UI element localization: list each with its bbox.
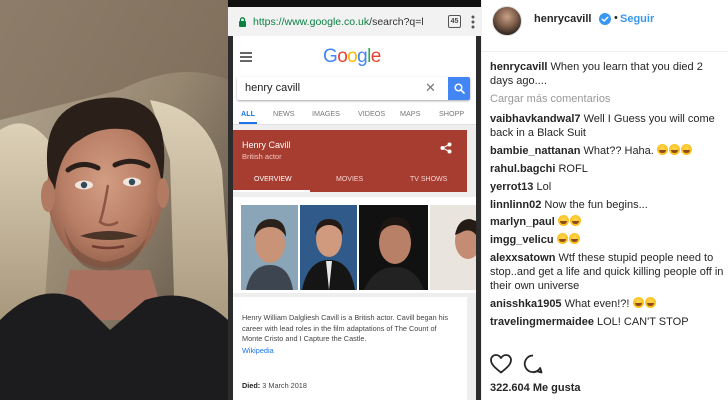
comment: imgg_velicu	[490, 233, 726, 247]
follow-button[interactable]: Seguir	[620, 13, 654, 25]
comment: bambie_nattanan What?? Haha.	[490, 144, 726, 158]
google-header: Google	[233, 36, 476, 78]
comment-user[interactable]: alexxsatown	[490, 252, 555, 264]
comment: travelingmermaidee LOL! CAN'T STOP	[490, 315, 726, 329]
image-thumbnail[interactable]	[430, 205, 476, 290]
selfie-photo	[0, 0, 228, 400]
knowledge-panel-description: Henry William Dalgliesh Cavill is a Brit…	[233, 297, 467, 400]
google-logo[interactable]: Google	[323, 45, 383, 73]
search-icon	[453, 83, 465, 94]
wikipedia-link[interactable]: Wikipedia	[242, 346, 458, 355]
tab-images[interactable]: IMAGES	[312, 109, 340, 118]
comment: linnlinn02 Now the fun begins...	[490, 198, 726, 212]
tab-shopping[interactable]: SHOPP	[439, 109, 464, 118]
likes-count[interactable]: 322.604 Me gusta	[490, 382, 581, 394]
url-text[interactable]: https://www.google.co.uk/search?q=l	[253, 16, 442, 28]
comment-user[interactable]: vaibhavkandwal7	[490, 113, 581, 125]
url-host: https://www.google.co.uk	[253, 15, 370, 28]
load-more-comments-link[interactable]: Cargar más comentarios	[490, 92, 726, 106]
comment: anisshka1905 What even!?!	[490, 297, 726, 311]
comment-text: Now the fun begins...	[544, 198, 648, 211]
knowledge-panel-images	[233, 197, 476, 293]
selfie-illustration	[0, 0, 228, 400]
search-tabs: ALL NEWS IMAGES VIDEOS MAPS SHOPP	[233, 103, 476, 124]
google-results-page: Google henry cavill ✕ ALL NEWS IMAGES VI…	[233, 36, 476, 400]
post-header: henrycavill • Seguir	[482, 0, 728, 52]
browser-url-bar[interactable]: https://www.google.co.uk/search?q=l 45	[228, 7, 481, 36]
comment-user[interactable]: marlyn_paul	[490, 216, 555, 228]
description-text: Henry William Dalgliesh Cavill is a Brit…	[242, 313, 449, 344]
search-input[interactable]: henry cavill ✕	[237, 77, 470, 100]
comment: rahul.bagchi ROFL	[490, 162, 726, 176]
comment: marlyn_paul	[490, 215, 726, 229]
died-value: 3 March 2018	[262, 381, 307, 390]
verified-badge-icon	[599, 13, 611, 25]
comments-list: henrycavill When you learn that you died…	[490, 60, 726, 350]
phone-screenshot: https://www.google.co.uk/search?q=l 45 G…	[228, 0, 481, 400]
results-body: Henry Cavill British actor OVERVIEW MOVI…	[233, 125, 476, 400]
avatar[interactable]	[492, 6, 522, 36]
comment: yerrot13 Lol	[490, 180, 726, 194]
google-logo-wordmark: Google	[323, 46, 381, 67]
knowledge-panel-subtitle: British actor	[242, 152, 282, 161]
tab-overview[interactable]: OVERVIEW	[254, 176, 292, 183]
status-bar	[228, 0, 481, 7]
comment-user[interactable]: linnlinn02	[490, 199, 541, 211]
comment-text: What?? Haha.	[583, 145, 654, 158]
tab-switcher-button[interactable]: 45	[448, 15, 461, 28]
active-tab-indicator	[233, 190, 310, 192]
laughing-emoji-icon	[556, 233, 581, 246]
comment-icon[interactable]	[523, 354, 543, 374]
clear-search-icon[interactable]: ✕	[425, 80, 436, 96]
search-query-text: henry cavill	[245, 82, 301, 94]
comment-text: ROFL	[558, 163, 588, 175]
knowledge-panel-header: Henry Cavill British actor OVERVIEW MOVI…	[233, 130, 467, 192]
comment: alexxsatown Wtf these stupid people need…	[490, 251, 726, 294]
laughing-emoji-icon	[557, 215, 582, 228]
died-row: Died: 3 March 2018	[242, 381, 307, 390]
url-path: /search?q=l	[369, 15, 424, 28]
image-thumbnail[interactable]	[300, 205, 357, 290]
caption: henrycavill When you learn that you died…	[490, 60, 726, 88]
comment-user[interactable]: imgg_velicu	[490, 234, 554, 246]
laughing-emoji-icon	[656, 144, 693, 157]
hamburger-menu-icon[interactable]	[240, 52, 252, 62]
lock-icon	[239, 16, 246, 27]
heart-icon[interactable]	[490, 354, 512, 374]
image-thumbnail[interactable]	[241, 205, 298, 290]
tab-maps[interactable]: MAPS	[400, 109, 420, 118]
comment-user[interactable]: henrycavill	[490, 61, 547, 73]
overflow-menu-icon[interactable]	[471, 15, 475, 29]
comment-user[interactable]: travelingmermaidee	[490, 316, 594, 328]
laughing-emoji-icon	[632, 297, 657, 310]
share-icon[interactable]	[440, 142, 452, 154]
knowledge-panel-title[interactable]: Henry Cavill	[242, 140, 291, 150]
comment-user[interactable]: anisshka1905	[490, 298, 562, 310]
comment-user[interactable]: yerrot13	[490, 181, 533, 193]
svg-text:Google: Google	[323, 46, 381, 67]
image-thumbnail[interactable]	[359, 205, 428, 290]
comment-text: LOL! CAN'T STOP	[597, 315, 689, 328]
separator-dot: •	[614, 12, 618, 24]
knowledge-panel-tabs: OVERVIEW MOVIES TV SHOWS	[233, 171, 467, 192]
post-username[interactable]: henrycavill	[534, 13, 591, 25]
tab-news[interactable]: NEWS	[273, 109, 295, 118]
tab-movies[interactable]: MOVIES	[336, 176, 363, 183]
comment: vaibhavkandwal7 Well I Guess you will co…	[490, 112, 726, 140]
post-actions	[490, 354, 720, 376]
comment-text: Lol	[536, 180, 552, 193]
comment-text: What even!?!	[564, 298, 630, 311]
search-button[interactable]	[448, 77, 470, 100]
instagram-post-panel: henrycavill • Seguir henrycavill When yo…	[481, 0, 728, 400]
tab-all[interactable]: ALL	[241, 109, 255, 118]
tab-videos[interactable]: VIDEOS	[358, 109, 385, 118]
comment-user[interactable]: rahul.bagchi	[490, 163, 555, 175]
comment-user[interactable]: bambie_nattanan	[490, 145, 580, 157]
tab-tv-shows[interactable]: TV SHOWS	[410, 176, 447, 183]
died-label: Died:	[242, 381, 261, 390]
